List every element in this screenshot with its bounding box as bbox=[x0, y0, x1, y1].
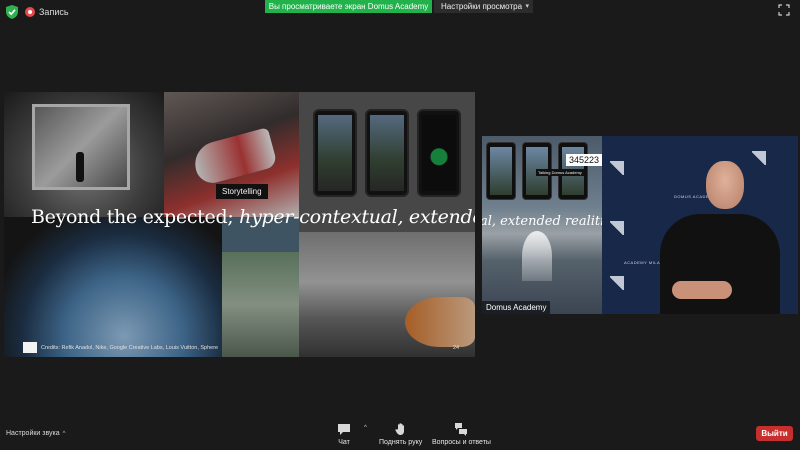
qa-label: Вопросы и ответы bbox=[432, 439, 491, 446]
video-slide-tag: Talking Domus Academy bbox=[536, 169, 584, 176]
qa-button[interactable]: Вопросы и ответы bbox=[432, 422, 491, 446]
screen-share-banner: Вы просматриваете экран Domus Academy bbox=[265, 0, 432, 13]
record-icon bbox=[25, 7, 35, 17]
hand-icon bbox=[395, 423, 404, 435]
fullscreen-icon[interactable] bbox=[778, 4, 790, 16]
video-backdrop: DOMUS ACADEMY ACADEMY MILANO bbox=[602, 136, 798, 314]
view-settings-label: Настройки просмотра bbox=[441, 2, 523, 11]
top-bar: Запись Вы просматриваете экран Domus Aca… bbox=[0, 0, 800, 24]
presenter-head bbox=[706, 161, 744, 209]
chevron-up-icon: ^ bbox=[62, 431, 66, 437]
bottom-toolbar: Настройки звука ^ Чат ^ Поднять руку Вопр… bbox=[0, 418, 800, 450]
raise-hand-button[interactable]: Поднять руку bbox=[379, 422, 422, 446]
view-settings-button[interactable]: Настройки просмотра ▾ bbox=[434, 0, 533, 13]
audio-settings-label: Настройки звука bbox=[6, 430, 60, 437]
leave-button[interactable]: Выйти bbox=[756, 426, 793, 441]
raise-hand-label: Поднять руку bbox=[379, 439, 423, 446]
video-background-slide: 345223 Talking Domus Academy al, extende… bbox=[482, 136, 619, 314]
chat-button[interactable]: Чат bbox=[337, 422, 351, 446]
headline-regular: Beyond the expected; bbox=[31, 206, 240, 228]
chat-label: Чат bbox=[338, 439, 350, 446]
shared-screen: Storytelling Beyond the expected; hyper-… bbox=[4, 92, 475, 357]
audio-settings-button[interactable]: Настройки звука ^ bbox=[6, 430, 65, 437]
participant-video[interactable]: 345223 Talking Domus Academy al, extende… bbox=[482, 136, 798, 314]
recording-indicator[interactable]: Запись bbox=[25, 5, 69, 19]
slide-credits: Credits: Refik Anadol, Nike, Google Crea… bbox=[41, 345, 219, 351]
presenter-body bbox=[660, 214, 780, 314]
shield-check-icon[interactable] bbox=[6, 5, 18, 19]
chat-options-chevron-icon[interactable]: ^ bbox=[364, 425, 367, 431]
video-slide-text: al, extended realities bbox=[482, 214, 619, 229]
headline-italic: hyper-contextual, extended realities bbox=[239, 206, 475, 228]
recording-label: Запись bbox=[39, 7, 69, 17]
participant-name-label: Domus Academy bbox=[482, 301, 551, 314]
slide-tag: Storytelling bbox=[216, 184, 268, 199]
chat-icon bbox=[338, 424, 350, 435]
presenter-hands bbox=[672, 281, 732, 299]
chevron-down-icon: ▾ bbox=[525, 3, 529, 10]
qa-icon bbox=[455, 423, 468, 436]
video-slide-number: 345223 bbox=[566, 154, 603, 166]
slide-headline: Beyond the expected; hyper-contextual, e… bbox=[31, 206, 475, 228]
slide-page-number: 24 bbox=[453, 345, 460, 351]
slide-logo bbox=[23, 342, 37, 353]
